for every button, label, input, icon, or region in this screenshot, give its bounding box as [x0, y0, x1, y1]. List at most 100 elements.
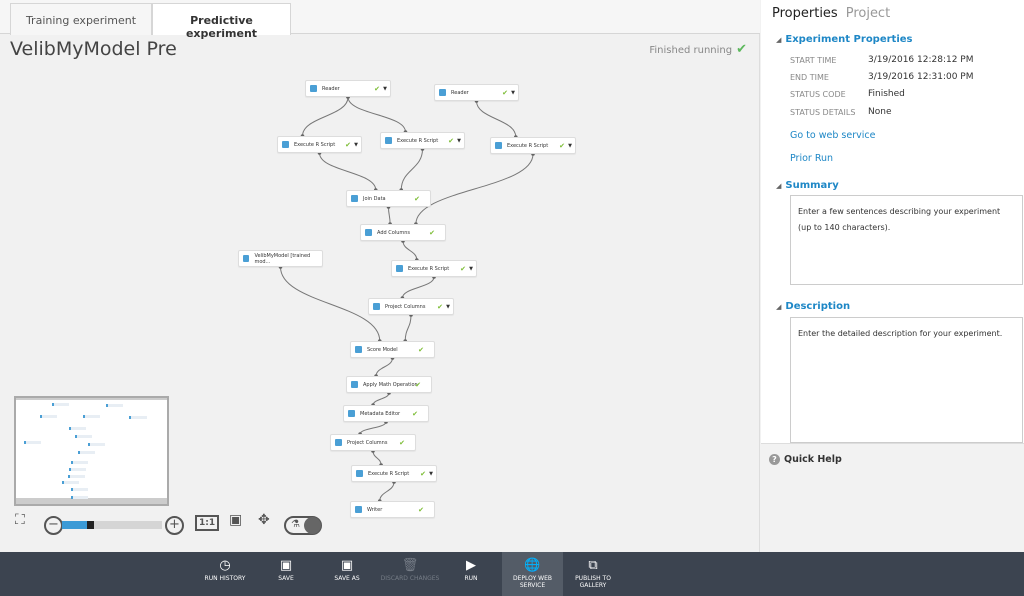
check-icon: ✔ — [502, 88, 508, 97]
fit-to-screen-icon[interactable]: ⛶ — [15, 512, 25, 528]
module-node[interactable]: Project Columns ✔ ▼ — [368, 298, 454, 315]
minimap-node — [105, 403, 123, 407]
chevron-down-icon[interactable]: ▼ — [429, 471, 433, 477]
connection-edge — [375, 357, 393, 377]
module-label: Apply Math Operation — [363, 381, 418, 388]
module-node[interactable]: Execute R Script ✔ ▼ — [351, 465, 437, 482]
experiment-properties-heading[interactable]: ◢ Experiment Properties — [776, 34, 913, 45]
module-node[interactable]: Execute R Script ✔ ▼ — [391, 260, 477, 277]
module-icon — [365, 229, 372, 236]
summary-heading[interactable]: ◢ Summary — [776, 180, 839, 191]
chevron-down-icon[interactable]: ▼ — [511, 90, 515, 96]
minimap-node — [78, 451, 96, 455]
run-history-button[interactable]: ◷ RUN HISTORY — [200, 552, 250, 596]
button-label: PUBLISH TO GALLERY — [575, 575, 611, 589]
quick-help-label: Quick Help — [784, 454, 842, 465]
chevron-down-icon[interactable]: ▼ — [568, 143, 572, 149]
minimap-node — [23, 440, 41, 444]
globe-icon: 🌐 — [524, 558, 541, 573]
module-node[interactable]: Project Columns ✔ — [330, 434, 416, 451]
check-icon: ✔ — [437, 302, 443, 311]
minimap-node — [67, 474, 85, 478]
zoom-slider-thumb[interactable] — [87, 521, 94, 529]
connection-edge — [379, 481, 395, 502]
module-label: Execute R Script — [397, 137, 439, 144]
chevron-down-icon[interactable]: ▼ — [383, 86, 387, 92]
module-node[interactable]: Add Columns ✔ — [360, 224, 446, 241]
discard-changes-button[interactable]: 🗑 DISCARD CHANGES — [378, 552, 442, 596]
module-label: Join Data — [363, 195, 386, 202]
minimap[interactable] — [14, 396, 169, 506]
module-node[interactable]: Writer ✔ — [350, 501, 435, 518]
save-as-button[interactable]: ▣ SAVE AS — [326, 552, 368, 596]
description-textarea[interactable]: Enter the detailed description for your … — [790, 317, 1023, 443]
go-to-web-service-link[interactable]: Go to web service — [790, 130, 875, 141]
bottom-toolbar: ◷ RUN HISTORY ▣ SAVE ▣ SAVE AS 🗑 DISCARD CHA… — [0, 552, 1024, 596]
module-icon — [439, 89, 446, 96]
connection-edge — [400, 148, 423, 191]
tab-properties[interactable]: Properties — [772, 6, 838, 21]
pan-icon[interactable]: ✥ — [258, 512, 270, 528]
zoom-out-button[interactable]: − — [44, 516, 63, 535]
chevron-down-icon[interactable]: ▼ — [469, 266, 473, 272]
description-heading[interactable]: ◢ Description — [776, 301, 850, 312]
save-button[interactable]: ▣ SAVE — [266, 552, 306, 596]
minimap-scrollbar[interactable] — [16, 498, 167, 504]
connection-edge — [372, 450, 382, 466]
module-node[interactable]: VelibMyModel [trained mod... — [238, 250, 323, 267]
publish-to-gallery-button[interactable]: ⧉ PUBLISH TO GALLERY — [568, 552, 618, 596]
check-icon: ✔ — [412, 409, 418, 418]
check-icon: ✔ — [399, 438, 405, 447]
module-icon — [351, 381, 358, 388]
module-label: VelibMyModel [trained mod... — [254, 252, 311, 265]
mode-toggle[interactable]: ⚗ — [284, 516, 322, 535]
button-label: DISCARD CHANGES — [380, 575, 440, 582]
minimap-node — [39, 415, 57, 419]
module-icon — [373, 303, 380, 310]
module-node[interactable]: Execute R Script ✔ ▼ — [380, 132, 465, 149]
module-icon — [310, 85, 317, 92]
chevron-down-icon[interactable]: ▼ — [457, 138, 461, 144]
zoom-in-button[interactable]: + — [165, 516, 184, 535]
module-node[interactable]: Execute R Script ✔ ▼ — [490, 137, 576, 154]
zoom-slider[interactable] — [62, 521, 162, 529]
property-label: STATUS CODE — [790, 90, 846, 99]
chevron-down-icon[interactable]: ▼ — [446, 304, 450, 310]
quick-help-toggle[interactable]: ? Quick Help — [769, 454, 842, 465]
summary-textarea[interactable]: Enter a few sentences describing your ex… — [790, 195, 1023, 285]
check-icon: ✔ — [345, 140, 351, 149]
tab-project[interactable]: Project — [846, 6, 890, 21]
module-node[interactable]: Score Model ✔ — [350, 341, 435, 358]
property-row: STATUS DETAILS None — [790, 107, 1010, 117]
module-label: Execute R Script — [294, 141, 336, 148]
module-node[interactable]: Execute R Script ✔ ▼ — [277, 136, 362, 153]
check-icon: ✔ — [414, 194, 420, 203]
deploy-web-service-button[interactable]: 🌐 DEPLOY WEB SERVICE — [502, 552, 563, 596]
module-node[interactable]: Reader ✔ ▼ — [434, 84, 519, 101]
property-value: 3/19/2016 12:31:00 PM — [868, 72, 974, 82]
prior-run-link[interactable]: Prior Run — [790, 153, 833, 164]
run-button[interactable]: ▶ RUN — [454, 552, 488, 596]
collapse-triangle-icon: ◢ — [776, 182, 782, 190]
chevron-down-icon[interactable]: ▼ — [354, 142, 358, 148]
module-label: Add Columns — [377, 229, 411, 236]
module-node[interactable]: Metadata Editor ✔ — [343, 405, 429, 422]
module-icon — [396, 265, 403, 272]
check-icon: ✔ — [418, 505, 424, 514]
connection-edge — [359, 421, 387, 435]
connection-edge — [280, 266, 381, 342]
module-label: Reader — [451, 89, 469, 96]
zoom-to-fit-icon[interactable]: ▣ — [229, 512, 242, 528]
quick-help-panel: ? Quick Help — [761, 443, 1024, 552]
section-label: Description — [785, 301, 851, 312]
minimap-node — [68, 468, 87, 472]
module-label: Project Columns — [347, 439, 388, 446]
module-icon — [356, 470, 363, 477]
module-node[interactable]: Join Data ✔ — [346, 190, 431, 207]
check-icon: ✔ — [374, 84, 380, 93]
actual-size-button[interactable]: 1:1 — [195, 515, 220, 531]
save-icon: ▣ — [279, 558, 293, 573]
module-node[interactable]: Reader ✔ ▼ — [305, 80, 391, 97]
minimap-node — [87, 442, 105, 446]
module-node[interactable]: Apply Math Operation ✔ — [346, 376, 432, 393]
